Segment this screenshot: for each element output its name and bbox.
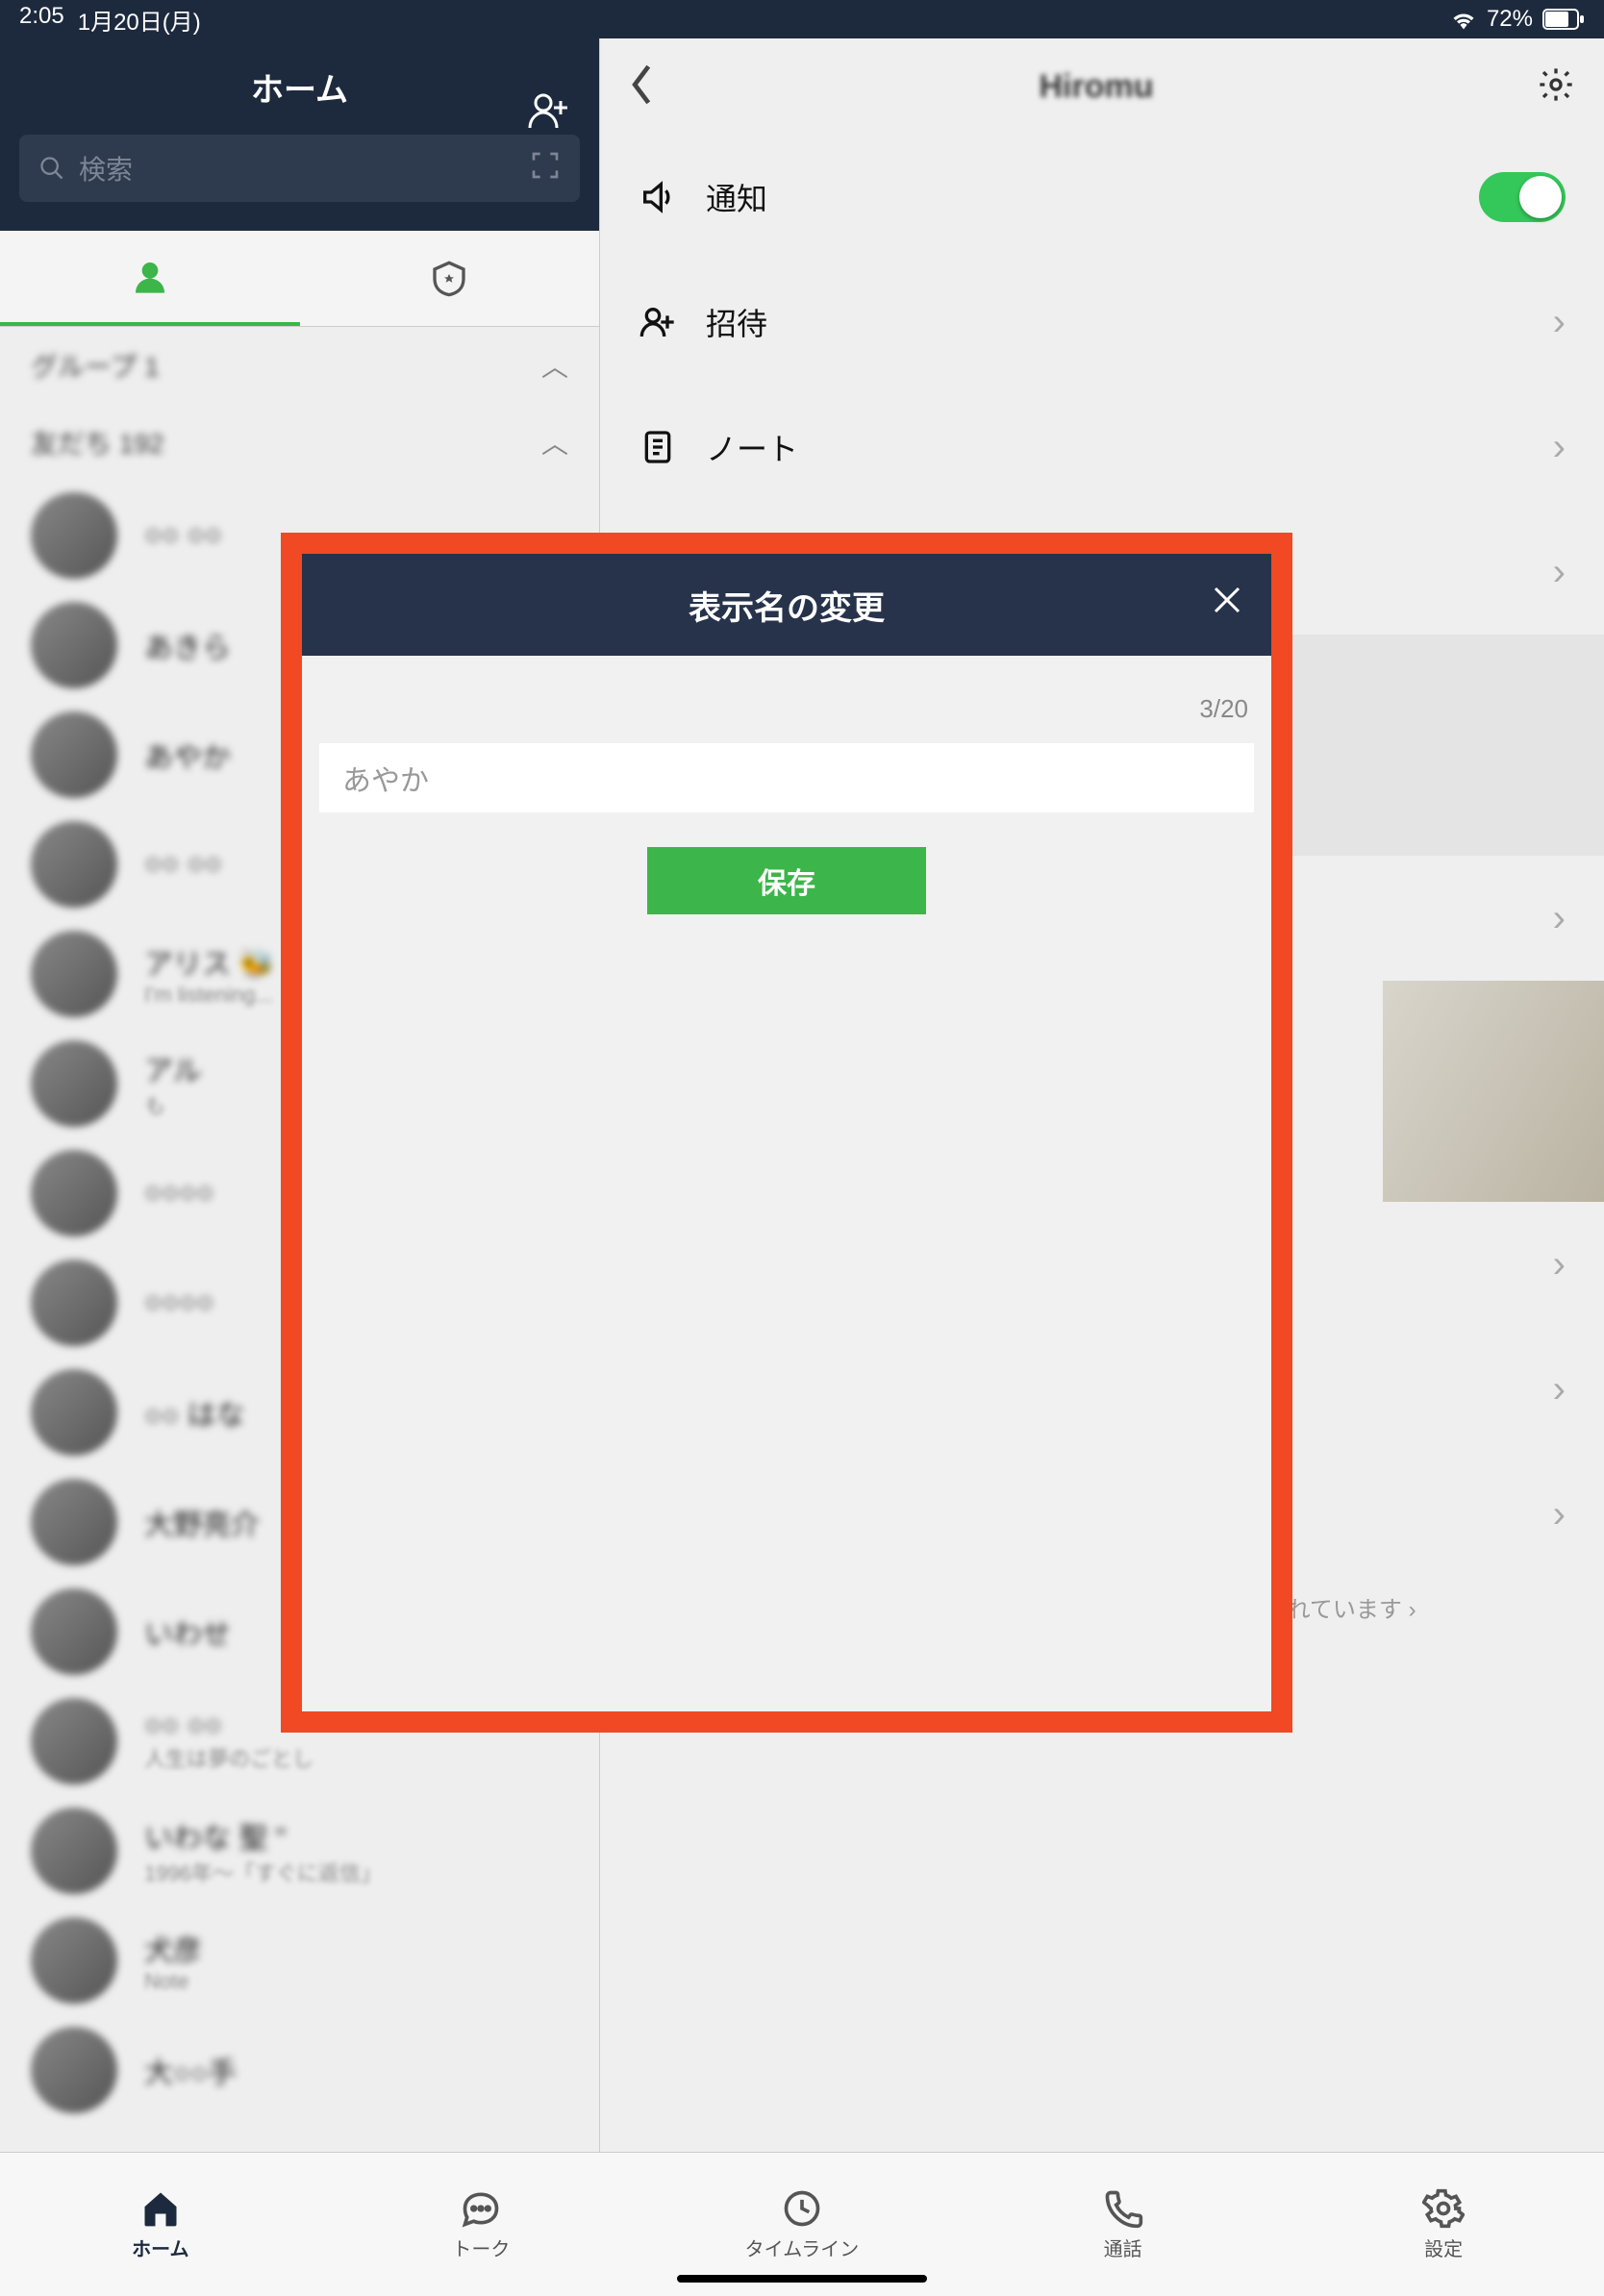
modal-title: 表示名の変更: [689, 582, 885, 629]
wifi-icon: [1450, 9, 1477, 30]
save-button[interactable]: 保存: [647, 847, 926, 914]
edit-display-name-modal: 表示名の変更 3/20 保存: [302, 554, 1271, 1711]
modal-highlight-frame: 表示名の変更 3/20 保存: [281, 533, 1292, 1733]
status-battery-pct: 72%: [1487, 6, 1533, 33]
modal-body: 3/20 保存: [302, 656, 1271, 1711]
modal-overlay: 表示名の変更 3/20 保存: [0, 38, 1604, 2296]
battery-icon: [1542, 9, 1585, 30]
display-name-input[interactable]: [319, 743, 1254, 812]
close-icon: [1210, 583, 1244, 617]
char-count: 3/20: [319, 685, 1254, 743]
status-time: 2:05: [19, 3, 64, 37]
modal-header: 表示名の変更: [302, 554, 1271, 656]
status-bar: 2:05 1月20日(月) 72%: [0, 0, 1604, 38]
close-button[interactable]: [1210, 583, 1244, 627]
status-date: 1月20日(月): [78, 3, 201, 37]
